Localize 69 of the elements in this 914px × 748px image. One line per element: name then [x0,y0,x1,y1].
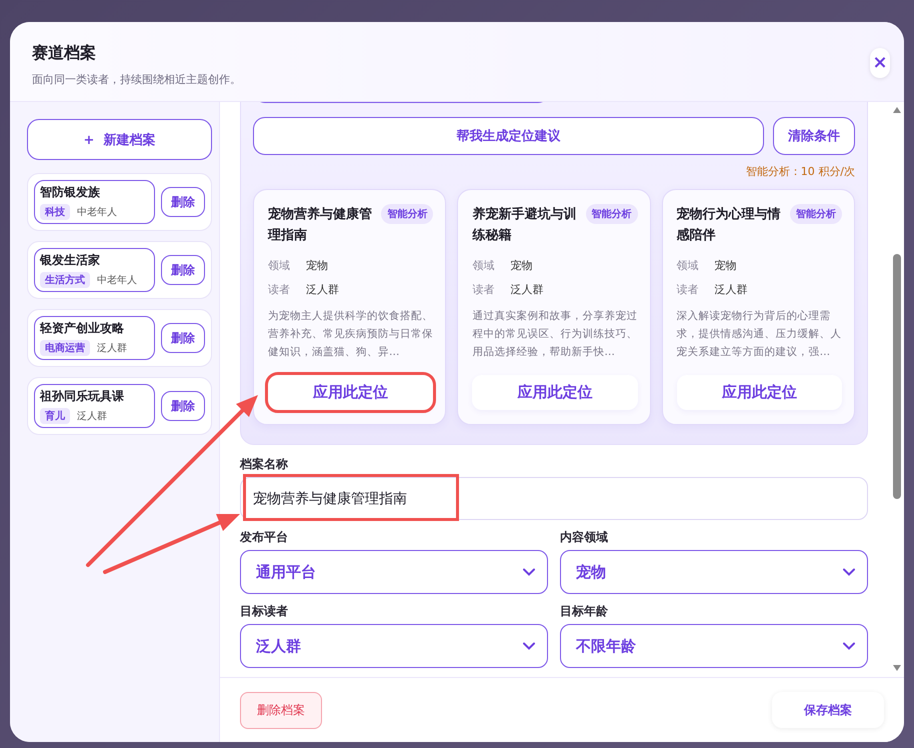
field-value: 宠物 [510,258,532,273]
card-description: 通过真实案例和故事，分享养宠过程中的常见误区、行为训练技巧、用品选择经验，帮助新手快… [472,309,638,360]
delete-profile-button[interactable]: 删除档案 [240,692,322,729]
profile-item[interactable]: 银发生活家 生活方式 中老年人 [34,248,155,292]
field-label: 读者 [268,282,290,297]
ai-badge: 智能分析 [381,204,434,224]
ai-badge: 智能分析 [586,204,638,224]
category-tag: 生活方式 [40,272,90,288]
profile-name: 祖孙同乐玩具课 [40,388,125,405]
field-label: 领域 [268,258,290,273]
profile-name: 智防银发族 [40,184,101,201]
field-label: 目标年龄 [560,604,609,619]
category-tag: 科技 [40,204,70,220]
audience-text: 泛人群 [97,342,127,355]
field-label: 读者 [472,282,494,297]
field-value: 宠物 [306,258,328,273]
profile-item[interactable]: 智防银发族 科技 中老年人 [34,180,155,224]
field-label: 内容领域 [560,530,609,545]
field-label: 领域 [472,258,494,273]
field-value: 泛人群 [510,282,544,297]
chevron-down-icon [843,568,855,576]
save-button[interactable]: 保存档案 [772,692,884,728]
card-title: 宠物营养与健康管理指南 [268,206,373,245]
ai-badge: 智能分析 [790,204,842,224]
field-label: 发布平台 [240,530,289,545]
audience-text: 中老年人 [97,274,137,287]
select-dropdown[interactable]: 泛人群 [240,624,548,668]
card-title: 养宠新手避坑与训练秘籍 [472,206,578,245]
field-label: 读者 [676,282,699,297]
profile-item[interactable]: 祖孙同乐玩具课 育儿 泛人群 [34,384,155,428]
profile-name: 银发生活家 [40,252,101,269]
apply-button[interactable]: 应用此定位 [472,375,638,410]
card-description: 为宠物主人提供科学的饮食搭配、营养补充、常见疾病预防与日常保健知识，涵盖猫、狗、异… [268,309,434,360]
profile-item[interactable]: 轻资产创业攻略 电商运营 泛人群 [34,316,155,360]
field-label: 领域 [676,258,699,273]
category-tag: 育儿 [40,408,70,424]
delete-button[interactable]: 删除 [161,391,205,421]
card-description: 深入解读宠物行为背后的心理需求，提供情感沟通、压力缓解、人宠关系建立等方面的建议，强… [676,309,842,360]
field-label: 档案名称 [240,457,289,472]
scroll-down-icon[interactable] [892,664,902,672]
name-input[interactable]: 宠物营养与健康管理指南 [240,477,868,520]
category-tag: 电商运营 [40,340,90,356]
select-dropdown[interactable]: 通用平台 [240,550,548,594]
delete-button[interactable]: 删除 [161,323,205,353]
apply-button[interactable]: 应用此定位 [676,375,842,410]
chevron-down-icon [843,642,855,650]
field-value: 泛人群 [306,282,339,297]
apply-button[interactable]: 应用此定位 [268,375,434,410]
audience-text: 泛人群 [77,410,107,423]
chevron-down-icon [523,568,535,576]
cost-note: 智能分析：10 积分/次 [744,164,855,179]
chevron-down-icon [523,642,535,650]
card-title: 宠物行为心理与情感陪伴 [676,206,782,245]
scroll-up-icon[interactable] [892,106,902,114]
delete-button[interactable]: 删除 [161,187,205,217]
select-dropdown[interactable]: 不限年龄 [560,624,868,668]
clear-button[interactable]: 清除条件 [773,117,855,155]
generate-button[interactable]: 帮我生成定位建议 [253,117,764,155]
new-profile-button[interactable]: + 新建档案 [27,119,212,160]
field-value: 宠物 [714,258,737,273]
dialog-subtitle: 面向同一类读者，持续围绕相近主题创作。 [32,72,241,86]
field-value: 泛人群 [714,282,748,297]
dialog-title: 赛道档案 [32,42,97,64]
select-dropdown[interactable]: 宠物 [560,550,868,594]
field-label: 目标读者 [240,604,289,619]
audience-text: 中老年人 [77,206,117,219]
delete-button[interactable]: 删除 [161,255,205,285]
profile-name: 轻资产创业攻略 [40,320,125,337]
close-button[interactable]: × [870,48,890,78]
